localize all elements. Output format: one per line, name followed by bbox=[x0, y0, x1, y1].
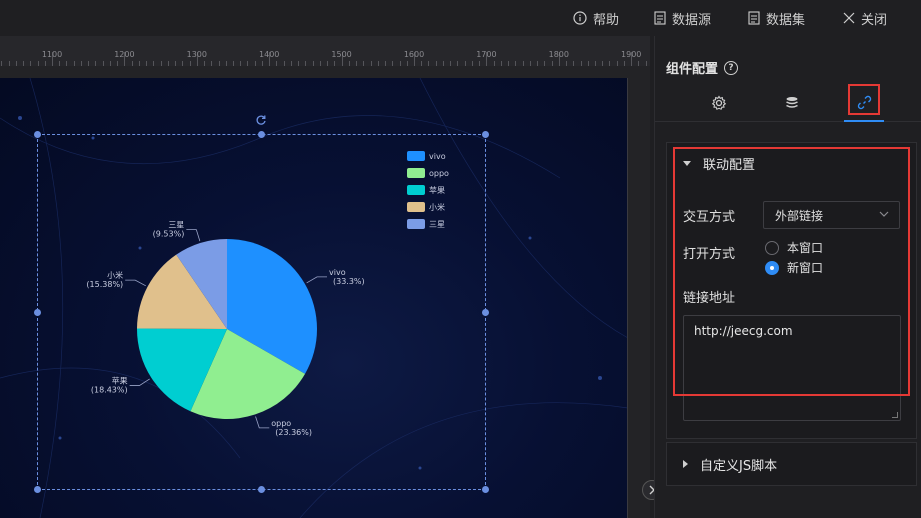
url-label: 链接地址 bbox=[683, 291, 736, 306]
ruler-label: 1900 bbox=[621, 50, 642, 59]
close-label: 关闭 bbox=[861, 12, 888, 28]
radio-new-window[interactable]: 新窗口 bbox=[765, 259, 823, 276]
close-button[interactable]: 关闭 bbox=[843, 0, 887, 36]
document-icon bbox=[654, 11, 666, 25]
radio-current-window[interactable]: 本窗口 bbox=[765, 239, 823, 256]
resize-grip-icon[interactable] bbox=[892, 412, 898, 418]
ruler-label: 1300 bbox=[186, 50, 207, 59]
resize-handle-bottom-left[interactable] bbox=[34, 486, 41, 493]
radio-current-window-label: 本窗口 bbox=[787, 241, 824, 255]
radio-button-checked[interactable] bbox=[765, 260, 779, 275]
dataset-button[interactable]: 数据集 bbox=[748, 0, 805, 36]
tab-highlight-box bbox=[848, 84, 880, 115]
resize-handle-right[interactable] bbox=[482, 309, 489, 316]
database-icon bbox=[786, 97, 798, 108]
resize-handle-bottom-right[interactable] bbox=[482, 486, 489, 493]
dataset-label: 数据集 bbox=[766, 12, 806, 28]
help-question-icon[interactable]: ? bbox=[724, 60, 739, 75]
url-textarea-value: http://jeecg.com bbox=[694, 324, 793, 338]
ruler-label: 1100 bbox=[41, 50, 63, 59]
ruler-label: 1200 bbox=[114, 50, 135, 59]
ruler-label: 1500 bbox=[331, 50, 352, 59]
custom-js-section: 自定义JS脚本 bbox=[666, 442, 917, 486]
radio-button[interactable] bbox=[765, 240, 779, 255]
close-icon bbox=[843, 12, 855, 24]
caret-right-icon bbox=[683, 460, 688, 468]
radio-new-window-label: 新窗口 bbox=[787, 261, 824, 275]
caret-down-icon bbox=[683, 160, 691, 166]
component-config-panel: 组件配置 ? 联动配置 交互方式 外部链接 打开方式 本窗口 新窗口 链接地址 … bbox=[654, 36, 921, 518]
resize-handle-bottom[interactable] bbox=[258, 486, 265, 493]
help-label: 帮助 bbox=[593, 12, 620, 28]
panel-title: 组件配置 ? bbox=[666, 58, 739, 77]
info-icon bbox=[573, 11, 587, 25]
chevron-down-icon bbox=[879, 211, 889, 217]
gear-icon bbox=[711, 95, 727, 110]
linkage-section-title: 联动配置 bbox=[703, 157, 756, 173]
ruler-label: 1400 bbox=[259, 50, 280, 59]
ruler-label: 1800 bbox=[548, 50, 569, 59]
tab-data-settings[interactable] bbox=[772, 84, 812, 122]
interaction-select-value: 外部链接 bbox=[775, 208, 824, 223]
resize-handle-top[interactable] bbox=[258, 131, 265, 138]
rotate-icon[interactable] bbox=[255, 114, 267, 126]
interaction-label: 交互方式 bbox=[683, 210, 736, 225]
custom-js-section-header[interactable]: 自定义JS脚本 bbox=[667, 443, 916, 485]
linkage-section-header[interactable]: 联动配置 bbox=[667, 143, 916, 183]
interaction-select[interactable]: 外部链接 bbox=[763, 201, 900, 229]
ruler-label: 1700 bbox=[476, 50, 497, 59]
document-icon bbox=[748, 11, 760, 25]
app-root: 帮助 数据源 数据集 关闭 1100 1200 1300 1400 1500 1600 17… bbox=[0, 0, 921, 518]
ruler-label: 1600 bbox=[403, 50, 425, 59]
url-textarea[interactable]: http://jeecg.com bbox=[683, 315, 901, 421]
open-mode-label: 打开方式 bbox=[683, 247, 736, 262]
panel-title-text: 组件配置 bbox=[666, 62, 719, 77]
resize-handle-top-left[interactable] bbox=[34, 131, 41, 138]
help-button[interactable]: 帮助 bbox=[573, 0, 619, 36]
top-toolbar: 帮助 数据源 数据集 关闭 bbox=[0, 0, 921, 36]
custom-js-section-title: 自定义JS脚本 bbox=[700, 458, 778, 474]
datasource-label: 数据源 bbox=[672, 12, 712, 28]
datasource-button[interactable]: 数据源 bbox=[654, 0, 711, 36]
tab-style-settings[interactable] bbox=[699, 84, 739, 122]
resize-handle-left[interactable] bbox=[34, 309, 41, 316]
horizontal-ruler: 1100 1200 1300 1400 1500 1600 1700 1800 1900 bbox=[0, 36, 650, 66]
selection-box[interactable] bbox=[37, 134, 486, 490]
resize-handle-top-right[interactable] bbox=[482, 131, 489, 138]
config-tabs bbox=[655, 84, 921, 122]
